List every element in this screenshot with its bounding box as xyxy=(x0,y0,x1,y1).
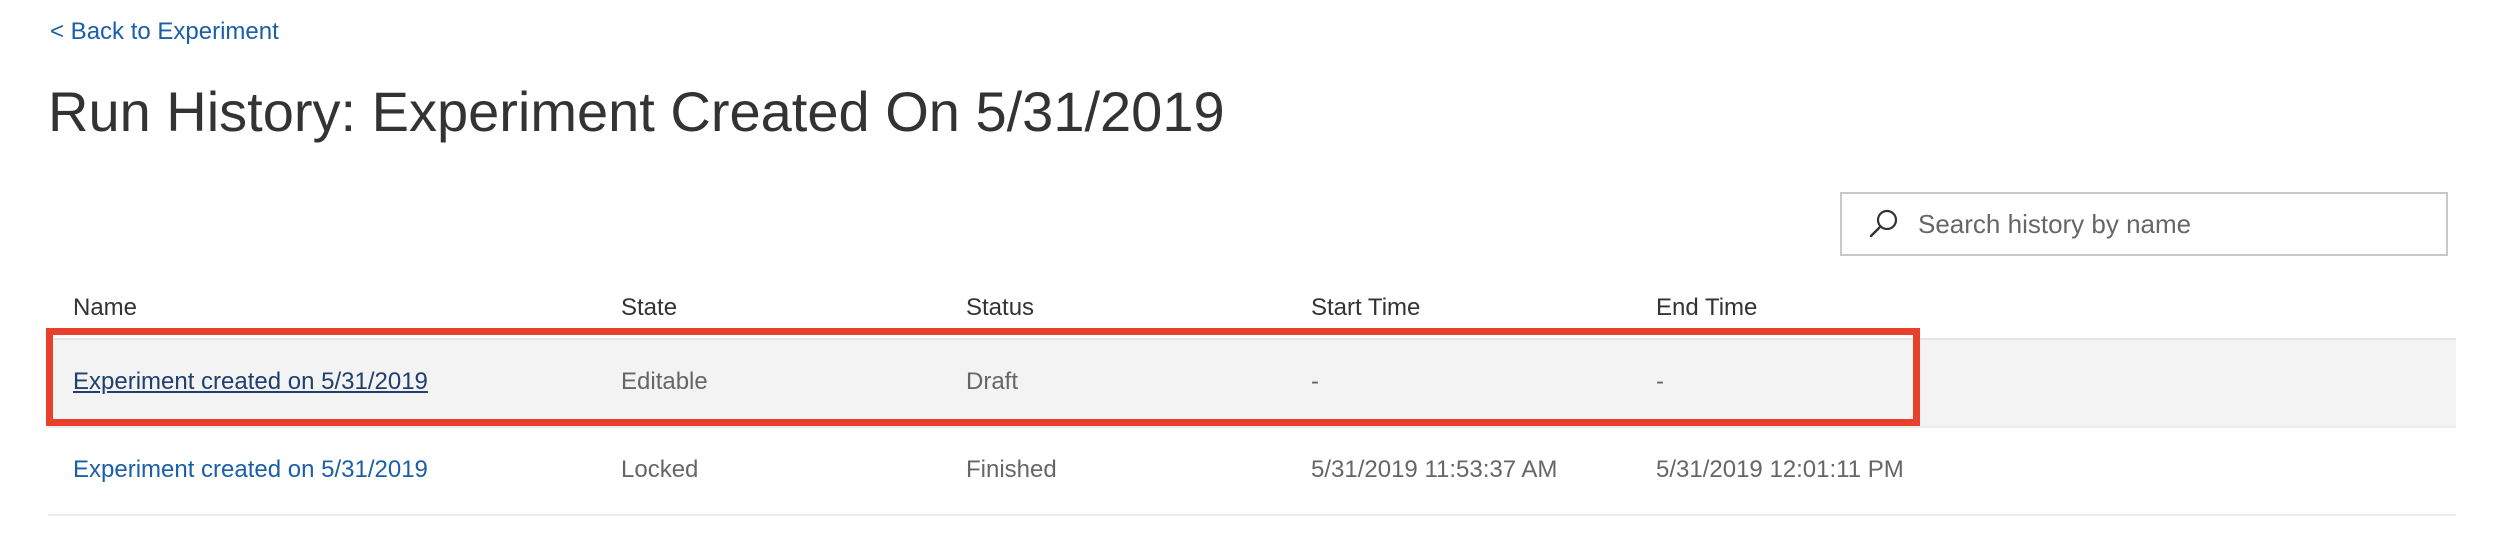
run-name-link[interactable]: Experiment created on 5/31/2019 xyxy=(73,366,428,398)
run-status: Draft xyxy=(966,368,1019,395)
column-header-state[interactable]: State xyxy=(621,292,677,324)
search-icon xyxy=(1864,204,1904,244)
column-header-start-time[interactable]: Start Time xyxy=(1311,292,1420,324)
run-name-link[interactable]: Experiment created on 5/31/2019 xyxy=(73,454,428,486)
table-header: Name State Status Start Time End Time xyxy=(48,288,2456,340)
run-history-table: Name State Status Start Time End Time Ex… xyxy=(48,288,2456,516)
column-header-name[interactable]: Name xyxy=(73,292,137,324)
back-to-experiment-link[interactable]: < Back to Experiment xyxy=(50,16,279,48)
run-end-time: - xyxy=(1656,368,1664,395)
search-box[interactable] xyxy=(1840,192,2448,256)
table-row[interactable]: Experiment created on 5/31/2019 Locked F… xyxy=(48,428,2456,516)
search-input[interactable] xyxy=(1918,208,2398,240)
run-state: Editable xyxy=(621,368,708,395)
run-end-time: 5/31/2019 12:01:11 PM xyxy=(1656,456,1904,483)
run-start-time: 5/31/2019 11:53:37 AM xyxy=(1311,456,1558,483)
table-row[interactable]: Experiment created on 5/31/2019 Editable… xyxy=(48,340,2456,428)
run-status: Finished xyxy=(966,456,1057,483)
column-header-status[interactable]: Status xyxy=(966,292,1034,324)
column-header-end-time[interactable]: End Time xyxy=(1656,292,1757,324)
run-state: Locked xyxy=(621,456,699,483)
run-start-time: - xyxy=(1311,368,1319,395)
page-title: Run History: Experiment Created On 5/31/… xyxy=(48,80,1225,143)
